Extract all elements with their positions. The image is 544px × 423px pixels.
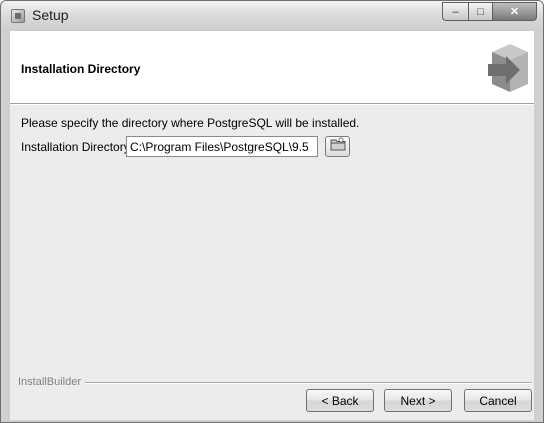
window-title: Setup bbox=[32, 7, 69, 23]
maximize-button[interactable]: □ bbox=[468, 2, 493, 21]
installer-icon bbox=[11, 9, 25, 23]
cancel-button[interactable]: Cancel bbox=[464, 389, 532, 412]
instruction-text: Please specify the directory where Postg… bbox=[21, 116, 360, 130]
next-button[interactable]: Next > bbox=[384, 389, 452, 412]
back-button[interactable]: < Back bbox=[306, 389, 374, 412]
close-icon: ✕ bbox=[509, 6, 520, 18]
close-button[interactable]: ✕ bbox=[493, 2, 537, 21]
maximize-icon: □ bbox=[477, 5, 484, 18]
dialog-client-area: Installation Directory Please specify th… bbox=[10, 31, 534, 420]
title-bar[interactable]: Setup ‒ □ ✕ bbox=[1, 1, 543, 31]
setup-window: Setup ‒ □ ✕ Installation Directory Pleas… bbox=[0, 0, 544, 423]
footer-divider bbox=[77, 382, 532, 384]
installation-directory-label: Installation Directory bbox=[21, 140, 130, 154]
header-separator bbox=[10, 104, 534, 105]
installation-directory-input[interactable] bbox=[126, 136, 318, 157]
page-title: Installation Directory bbox=[21, 62, 141, 76]
window-controls: ‒ □ ✕ bbox=[442, 2, 537, 21]
installbuilder-brand: InstallBuilder bbox=[18, 376, 85, 388]
folder-browse-icon bbox=[330, 137, 346, 156]
page-header: Installation Directory bbox=[10, 31, 534, 104]
browse-button[interactable] bbox=[325, 136, 350, 157]
minimize-icon: ‒ bbox=[452, 5, 459, 18]
minimize-button[interactable]: ‒ bbox=[442, 2, 468, 21]
box-arrow-icon bbox=[486, 38, 530, 99]
